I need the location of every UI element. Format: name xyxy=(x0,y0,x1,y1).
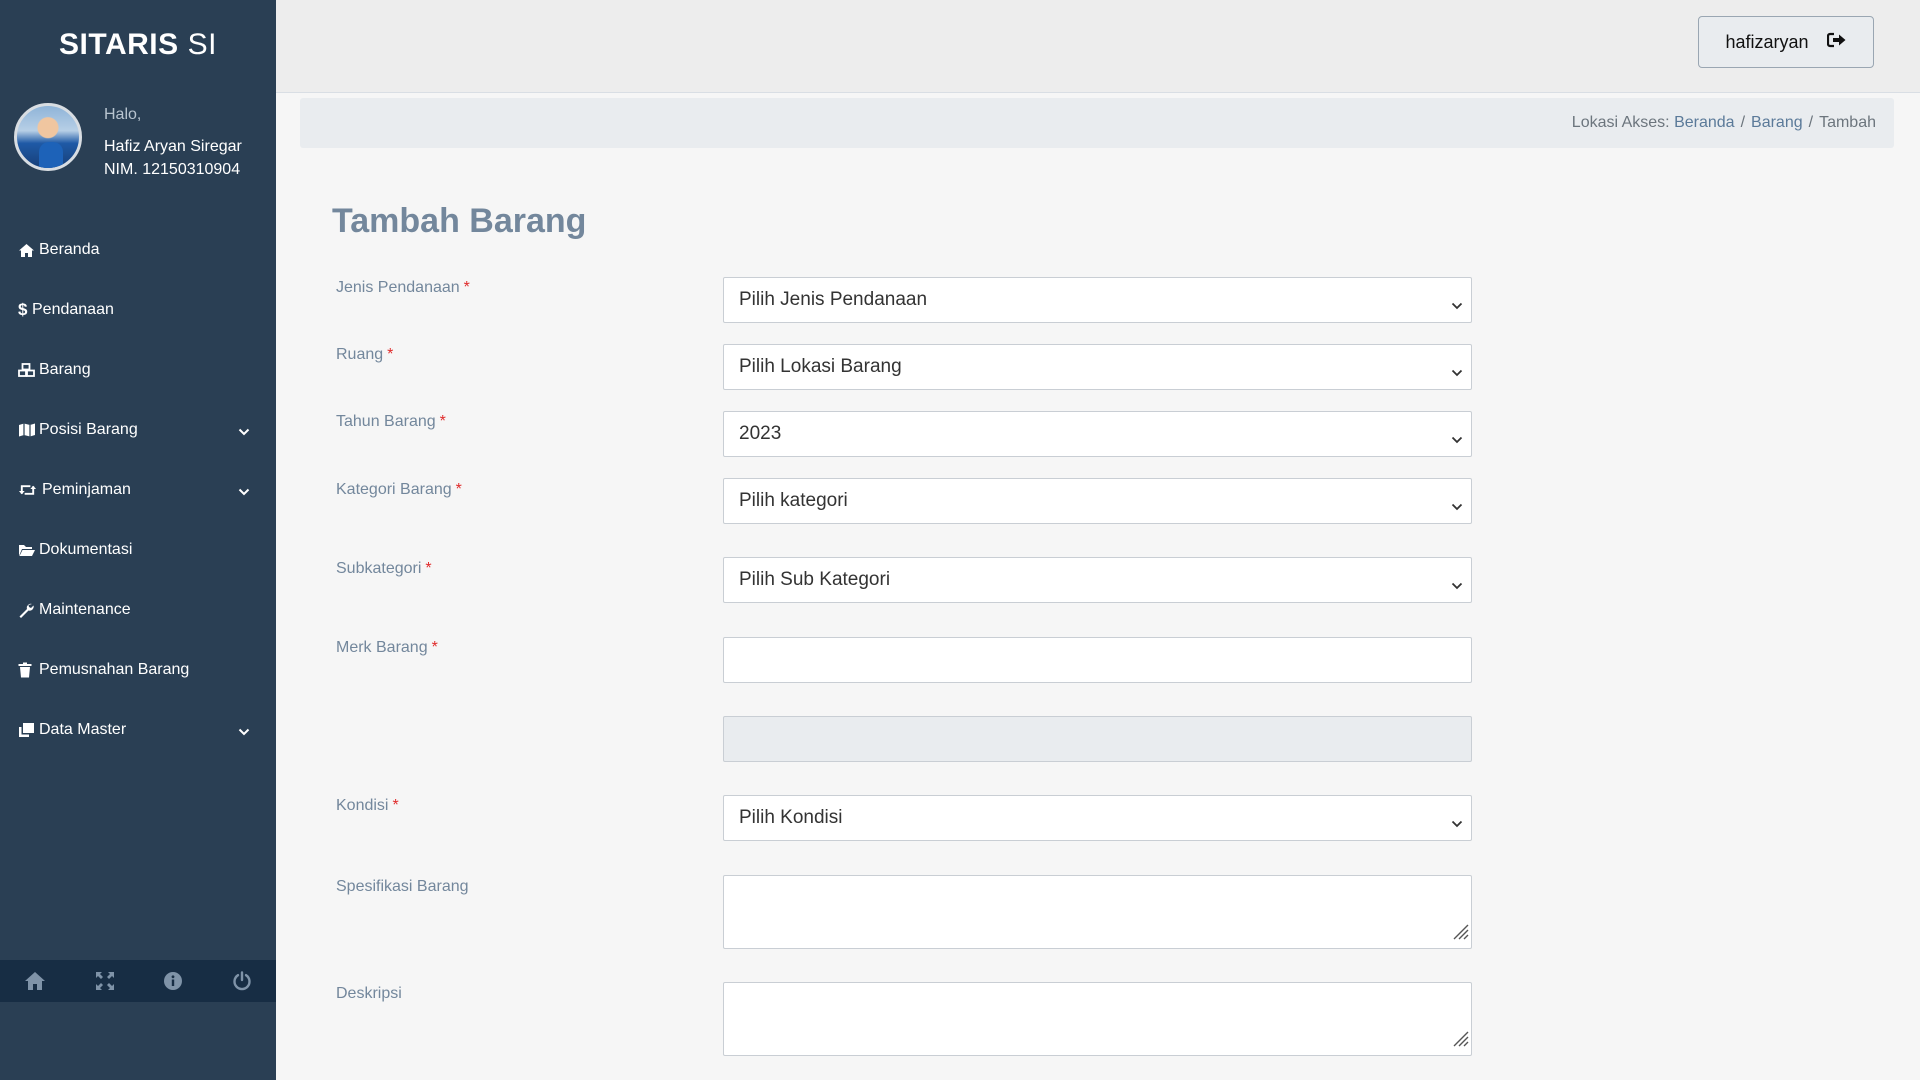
merk-barang-input[interactable] xyxy=(723,637,1472,683)
sidebar: SITARIS SI Halo, Hafiz Aryan Siregar NIM… xyxy=(0,0,276,1080)
info-icon[interactable] xyxy=(163,971,183,991)
profile-nim: NIM. 12150310904 xyxy=(104,161,241,178)
chevron-down-icon xyxy=(1451,574,1463,596)
jenis-pendanaan-label: Jenis Pendanaan * xyxy=(336,279,470,296)
breadcrumb-link-beranda[interactable]: Beranda xyxy=(1674,114,1735,132)
sidebar-item-peminjaman[interactable]: Peminjaman xyxy=(0,460,276,520)
brand-logo[interactable]: SITARIS SI xyxy=(0,0,276,90)
kondisi-select[interactable]: Pilih Kondisi xyxy=(723,795,1472,841)
sidebar-item-dokumentasi[interactable]: Dokumentasi xyxy=(0,520,276,580)
required-mark: * xyxy=(392,797,399,814)
sidebar-item-pendanaan[interactable]: $ Pendanaan xyxy=(0,280,276,340)
profile-panel: Halo, Hafiz Aryan Siregar NIM. 121503109… xyxy=(14,103,242,181)
chevron-down-icon xyxy=(238,723,250,741)
spesifikasi-barang-label: Spesifikasi Barang xyxy=(336,878,469,895)
breadcrumb-link-barang[interactable]: Barang xyxy=(1751,114,1803,132)
sidebar-item-label: Barang xyxy=(39,361,91,378)
home-icon xyxy=(18,243,37,258)
sidebar-item-label: Maintenance xyxy=(39,601,131,618)
profile-name: Hafiz Aryan Siregar xyxy=(104,138,242,155)
select-value: Pilih kategori xyxy=(739,490,848,511)
deskripsi-label: Deskripsi xyxy=(336,985,402,1002)
chevron-down-icon xyxy=(1451,812,1463,834)
chevron-down-icon xyxy=(1451,495,1463,517)
required-mark: * xyxy=(431,639,438,656)
disabled-input xyxy=(723,716,1472,762)
tahun-barang-label: Tahun Barang * xyxy=(336,413,446,430)
username-label: hafizaryan xyxy=(1725,31,1809,52)
spesifikasi-barang-textarea[interactable] xyxy=(723,875,1472,949)
page-title: Tambah Barang xyxy=(332,202,587,240)
brand-name-bold: SITARIS xyxy=(59,28,179,61)
merk-barang-label: Merk Barang * xyxy=(336,639,438,656)
home-icon[interactable] xyxy=(24,971,46,991)
sidebar-item-data-master[interactable]: Data Master xyxy=(0,700,276,760)
sidebar-item-pemusnahan-barang[interactable]: Pemusnahan Barang xyxy=(0,640,276,700)
kondisi-label: Kondisi * xyxy=(336,797,399,814)
sidebar-item-label: Peminjaman xyxy=(42,481,131,498)
subkategori-select[interactable]: Pilih Sub Kategori xyxy=(723,557,1472,603)
sidebar-item-label: Dokumentasi xyxy=(39,541,133,558)
select-value: Pilih Kondisi xyxy=(739,807,843,828)
sidebar-item-posisi-barang[interactable]: Posisi Barang xyxy=(0,400,276,460)
chevron-down-icon xyxy=(1451,428,1463,450)
sidebar-item-label: Pendanaan xyxy=(32,301,114,318)
top-navbar: hafizaryan xyxy=(276,0,1920,93)
select-value: Pilih Sub Kategori xyxy=(739,569,891,590)
sidebar-item-label: Posisi Barang xyxy=(39,421,138,438)
sidebar-item-maintenance[interactable]: Maintenance xyxy=(0,580,276,640)
required-mark: * xyxy=(387,346,394,363)
chevron-down-icon xyxy=(1451,361,1463,383)
trash-icon xyxy=(18,662,37,678)
clone-icon xyxy=(18,722,37,738)
retweet-icon xyxy=(18,483,37,497)
breadcrumb-current: Tambah xyxy=(1819,114,1876,131)
sidebar-item-beranda[interactable]: Beranda xyxy=(0,220,276,280)
dollar-icon: $ xyxy=(18,300,28,319)
required-mark: * xyxy=(425,560,432,577)
sidebar-item-barang[interactable]: Barang xyxy=(0,340,276,400)
breadcrumb-prefix: Lokasi Akses: xyxy=(1571,114,1670,131)
resize-handle-icon[interactable] xyxy=(1449,1027,1469,1053)
kategori-barang-select[interactable]: Pilih kategori xyxy=(723,478,1472,524)
cubes-icon xyxy=(18,363,37,377)
select-value: Pilih Jenis Pendanaan xyxy=(739,289,928,310)
greeting-text: Halo, xyxy=(104,106,142,123)
sidebar-menu: Beranda $ Pendanaan Barang Posisi Barang xyxy=(0,220,276,760)
map-icon xyxy=(18,423,37,437)
required-mark: * xyxy=(455,481,462,498)
sidebar-item-label: Data Master xyxy=(39,721,127,738)
ruang-label: Ruang * xyxy=(336,346,394,363)
sign-out-icon xyxy=(1826,32,1847,53)
fullscreen-icon[interactable] xyxy=(95,971,115,991)
select-value: Pilih Lokasi Barang xyxy=(739,356,902,377)
folder-open-icon xyxy=(18,544,37,557)
tahun-barang-select[interactable]: 2023 xyxy=(723,411,1472,457)
subkategori-label: Subkategori * xyxy=(336,560,432,577)
breadcrumb: Lokasi Akses: Beranda / Barang / Tambah xyxy=(300,98,1894,148)
select-value: 2023 xyxy=(739,423,782,444)
sidebar-item-label: Pemusnahan Barang xyxy=(39,661,190,678)
resize-handle-icon[interactable] xyxy=(1449,920,1469,946)
wrench-icon xyxy=(18,602,37,618)
jenis-pendanaan-select[interactable]: Pilih Jenis Pendanaan xyxy=(723,277,1472,323)
chevron-down-icon xyxy=(1451,294,1463,316)
kategori-barang-label: Kategori Barang * xyxy=(336,481,462,498)
sidebar-item-label: Beranda xyxy=(39,241,100,258)
power-icon[interactable] xyxy=(232,971,252,991)
ruang-select[interactable]: Pilih Lokasi Barang xyxy=(723,344,1472,390)
sidebar-footer xyxy=(0,960,276,1002)
required-mark: * xyxy=(439,413,446,430)
deskripsi-textarea[interactable] xyxy=(723,982,1472,1056)
user-logout-button[interactable]: hafizaryan xyxy=(1698,16,1874,68)
avatar xyxy=(14,103,82,171)
brand-name-light: SI xyxy=(187,28,217,61)
chevron-down-icon xyxy=(238,483,250,501)
required-mark: * xyxy=(463,279,470,296)
chevron-down-icon xyxy=(238,423,250,441)
